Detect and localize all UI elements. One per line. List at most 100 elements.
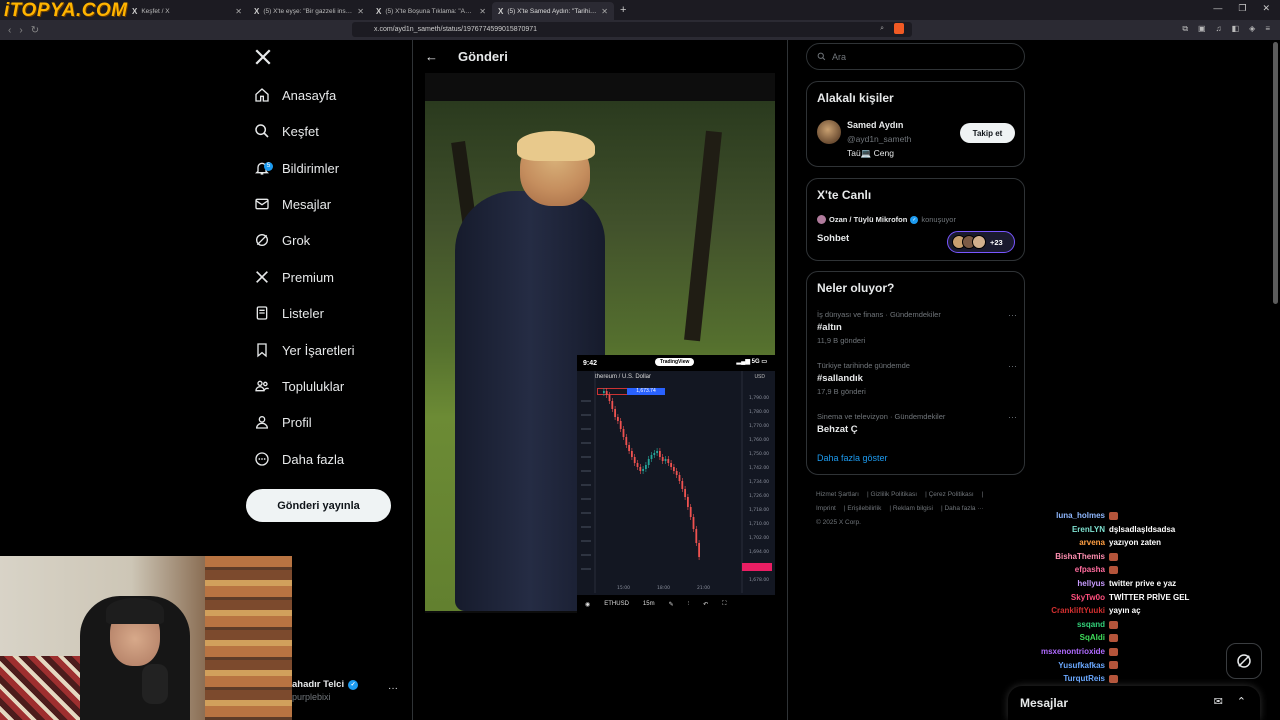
sidebar-icon[interactable]: ◧ <box>1232 24 1240 34</box>
sidebar-item-notifications[interactable]: 5 Bildirimler <box>254 154 339 182</box>
close-icon[interactable]: ✕ <box>357 7 364 16</box>
chat-username[interactable]: ErenLYN <box>1072 525 1105 534</box>
sidebar-item-messages[interactable]: Mesajlar <box>254 190 331 218</box>
emote-icon <box>1109 566 1118 575</box>
chat-username[interactable]: CrankliftYuuki <box>1051 606 1105 615</box>
trend-name: #sallandık <box>817 373 863 384</box>
page-scrollbar[interactable] <box>1273 42 1278 304</box>
tab-title: Keşfet / X <box>141 7 170 15</box>
wallet-icon[interactable]: ▣ <box>1198 24 1206 34</box>
svg-text:1,694.00: 1,694.00 <box>749 549 769 555</box>
chat-username[interactable]: hellyus <box>1077 579 1105 588</box>
brave-shield-icon[interactable] <box>894 23 904 34</box>
chat-username[interactable]: ssqand <box>1077 620 1105 629</box>
svg-text:1,734.00: 1,734.00 <box>749 479 769 485</box>
minimize-icon[interactable]: — <box>1213 3 1222 14</box>
sidebar-item-explore[interactable]: Keşfet <box>254 117 319 145</box>
trend-item[interactable]: Türkiye tarihinde gündemde #sallandık 17… <box>817 361 1017 396</box>
footer-link[interactable]: Erişilebilirlik <box>847 505 881 512</box>
back-icon[interactable]: ‹ <box>8 25 11 36</box>
new-message-icon[interactable]: ✉ <box>1214 695 1223 708</box>
footer-link[interactable]: Reklam bilgisi <box>893 505 933 512</box>
avatar[interactable] <box>817 120 841 144</box>
vpn-icon[interactable]: ◈ <box>1249 24 1255 34</box>
chat-username[interactable]: SkyTw0o <box>1071 593 1105 602</box>
browser-tab[interactable]: X(5) X'te eyşe: "Bir gazzeli instagramda… <box>248 2 370 20</box>
sidebar-item-label: Daha fazla <box>282 451 345 467</box>
maximize-icon[interactable]: ❐ <box>1238 3 1246 14</box>
follow-button[interactable]: Takip et <box>960 123 1015 143</box>
zoom-icon[interactable]: ⌕ <box>880 25 884 33</box>
post-button[interactable]: Gönderi yayınla <box>246 489 391 522</box>
sidebar-item-profile[interactable]: Profil <box>254 408 312 436</box>
listeners-pill[interactable]: +23 <box>947 231 1015 253</box>
new-tab-icon[interactable]: + <box>620 4 626 16</box>
footer-links: Hizmet Şartları | Gizlilik Politikası | Çe… <box>816 491 984 526</box>
emote-icon <box>1109 647 1118 656</box>
close-icon[interactable]: ✕ <box>601 7 608 16</box>
trend-item[interactable]: İş dünyası ve finans · Gündemdekiler #al… <box>817 310 1017 345</box>
messages-drawer[interactable]: Mesajlar ✉ ⌃ <box>1008 686 1260 720</box>
chat-text: twitter prive e yaz <box>1109 579 1177 588</box>
emote-icon <box>1109 675 1118 684</box>
grok-icon <box>1237 654 1251 668</box>
back-arrow-icon[interactable]: ← <box>425 49 438 64</box>
browser-tab[interactable]: X Keşfet / X ✕ <box>126 2 248 20</box>
more-icon[interactable]: ··· <box>388 683 398 694</box>
close-icon[interactable]: ✕ <box>235 7 242 16</box>
chat-username[interactable]: BishaThemis <box>1055 552 1105 561</box>
menu-icon[interactable]: ≡ <box>1265 24 1270 34</box>
more-icon[interactable]: ··· <box>1008 412 1017 422</box>
x-favicon-icon: X <box>254 6 260 16</box>
browser-tab-active[interactable]: X(5) X'te Samed Aydın: "Tarihin en... ✕ <box>492 2 614 20</box>
footer-link[interactable]: Gizlilik Politikası <box>870 491 917 498</box>
search-input[interactable]: Ara <box>806 43 1025 70</box>
chat-username[interactable]: arvena <box>1079 538 1105 547</box>
live-topic[interactable]: Sohbet <box>817 233 849 244</box>
sidebar-item-more[interactable]: Daha fazla <box>254 445 344 473</box>
person-bio: Taü💻 Ceng <box>847 148 894 158</box>
sidebar-item-lists[interactable]: Listeler <box>254 299 324 327</box>
account-name[interactable]: ahadır Telci ✓ <box>292 679 359 690</box>
trend-item[interactable]: Sinema ve televizyon · Gündemdekiler Beh… <box>817 412 1017 435</box>
sidebar-item-communities[interactable]: Topluluklar <box>254 372 344 400</box>
footer-link[interactable]: Daha fazla ··· <box>944 505 983 512</box>
sidebar-item-grok[interactable]: Grok <box>254 226 310 254</box>
chat-username[interactable]: luna_holmes <box>1056 511 1105 520</box>
chat-username[interactable]: efpasha <box>1075 565 1105 574</box>
chat-username[interactable]: msxenontrioxide <box>1041 647 1105 656</box>
tab-title: (5) X'te Samed Aydın: "Tarihin en... <box>507 7 597 15</box>
reload-icon[interactable]: ↻ <box>31 25 39 36</box>
sidebar-item-bookmarks[interactable]: Yer İşaretleri <box>254 336 355 364</box>
browser-tab[interactable]: X(5) X'te Boşuna Tıklama: "AK Parti Gr..… <box>370 2 492 20</box>
person-name[interactable]: Samed Aydın <box>847 120 903 130</box>
music-icon[interactable]: ♫ <box>1216 24 1222 34</box>
more-icon[interactable]: ··· <box>1008 310 1017 320</box>
live-host[interactable]: Ozan / Tüylü Mikrofon ✓ konuşuyor <box>817 215 956 224</box>
footer-link[interactable]: Çerez Politikası <box>929 491 974 498</box>
chat-username[interactable]: SqAldi <box>1080 633 1105 642</box>
listener-count: +23 <box>990 237 1003 247</box>
chat-username[interactable]: TurqutReis <box>1063 674 1105 683</box>
search-placeholder: Ara <box>832 51 847 62</box>
sidebar-item-premium[interactable]: Premium <box>254 263 334 291</box>
address-bar[interactable]: x.com/ayd1n_sameth/status/19767745990158… <box>352 22 912 37</box>
chat-username[interactable]: Yusufkafkas <box>1058 661 1105 670</box>
extensions-icon[interactable]: ⧉ <box>1182 24 1188 34</box>
footer-link[interactable]: Imprint <box>816 505 836 512</box>
grok-floating-button[interactable] <box>1226 643 1262 679</box>
close-icon[interactable]: ✕ <box>479 7 486 16</box>
account-handle: purplebixi <box>292 692 331 702</box>
post-media[interactable]: 9:42 TradingView ▂▄▆ 5G ▭ thereum / U.S.… <box>425 73 775 613</box>
x-logo-icon[interactable] <box>254 48 272 66</box>
more-icon[interactable]: ··· <box>1008 361 1017 371</box>
svg-text:1,678.00: 1,678.00 <box>749 577 769 583</box>
close-window-icon[interactable]: ✕ <box>1262 3 1270 14</box>
show-more-link[interactable]: Daha fazla göster <box>817 453 888 463</box>
verified-icon: ✓ <box>910 215 919 224</box>
pencil-icon: ✎ <box>668 601 674 608</box>
forward-icon[interactable]: › <box>19 25 22 36</box>
footer-link[interactable]: Hizmet Şartları <box>816 491 859 498</box>
sidebar-item-home[interactable]: Anasayfa <box>254 81 336 109</box>
expand-icon[interactable]: ⌃ <box>1237 695 1246 708</box>
